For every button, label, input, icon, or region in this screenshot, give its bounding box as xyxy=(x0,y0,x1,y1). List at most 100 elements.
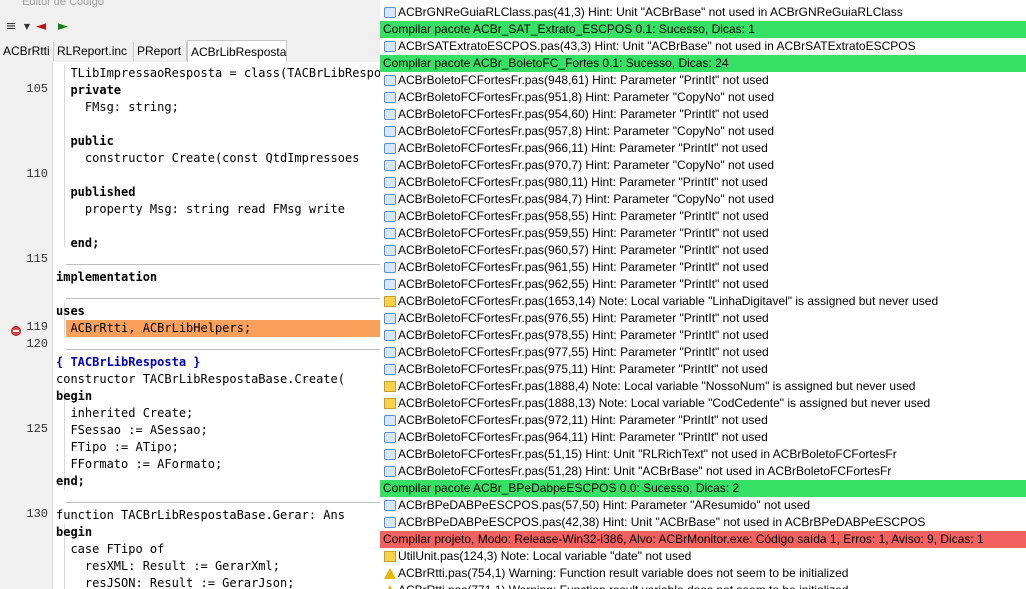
message-success-row[interactable]: Compilar pacote ACBr_BPeDabpeESCPOS 0.0:… xyxy=(380,480,1026,497)
code-line: private xyxy=(56,83,122,97)
message-text: UtilUnit.pas(124,3) Note: Local variable… xyxy=(398,549,692,563)
note-icon xyxy=(384,398,396,409)
message-row[interactable]: ACBrBPeDABPeESCPOS.pas(57,50) Hint: Para… xyxy=(380,497,1026,514)
line-number: 115 xyxy=(26,252,48,266)
message-text: ACBrBoletoFCFortesFr.pas(978,55) Hint: P… xyxy=(398,328,769,342)
hint-icon xyxy=(384,228,396,239)
message-row[interactable]: ACBrBoletoFCFortesFr.pas(51,28) Hint: Un… xyxy=(380,463,1026,480)
message-row[interactable]: ACBrBoletoFCFortesFr.pas(954,60) Hint: P… xyxy=(380,106,1026,123)
tab-acbrrtti[interactable]: ACBrRtti xyxy=(0,42,54,61)
section-separator xyxy=(66,502,380,503)
code-line: resXML: Result := GerarXml; xyxy=(56,559,280,573)
message-text: ACBrBoletoFCFortesFr.pas(970,7) Hint: Pa… xyxy=(398,158,775,172)
hint-icon xyxy=(384,177,396,188)
message-text: ACBrBoletoFCFortesFr.pas(977,55) Hint: P… xyxy=(398,345,769,359)
message-text: ACBrBoletoFCFortesFr.pas(1888,13) Note: … xyxy=(398,396,931,410)
message-row[interactable]: ACBrBoletoFCFortesFr.pas(961,55) Hint: P… xyxy=(380,259,1026,276)
hint-icon xyxy=(384,41,396,52)
message-row[interactable]: ACBrBoletoFCFortesFr.pas(958,55) Hint: P… xyxy=(380,208,1026,225)
hint-icon xyxy=(384,364,396,375)
code-line: TLibImpressaoResposta = class(TACBrLibRe… xyxy=(56,66,380,80)
message-success-row[interactable]: Compilar pacote ACBr_BoletoFC_Fortes 0.1… xyxy=(380,55,1026,72)
hint-icon xyxy=(384,466,396,477)
message-text: ACBrBoletoFCFortesFr.pas(972,11) Hint: P… xyxy=(398,413,768,427)
message-row[interactable]: ACBrBoletoFCFortesFr.pas(977,55) Hint: P… xyxy=(380,344,1026,361)
tab-rlreport[interactable]: RLReport.inc xyxy=(54,42,134,61)
code-line: uses xyxy=(56,304,85,318)
line-number: 120 xyxy=(26,337,48,351)
message-row[interactable]: ACBrBoletoFCFortesFr.pas(959,55) Hint: P… xyxy=(380,225,1026,242)
message-row[interactable]: ACBrRtti.pas(771,1) Warning: Function re… xyxy=(380,582,1026,589)
code-line: FMsg: string; xyxy=(56,100,179,114)
tab-acbrlibresposta[interactable]: ACBrLibResposta xyxy=(187,40,287,63)
code-editor[interactable]: 105 110 115 119 120 125 130 TLibImpressa… xyxy=(0,62,380,589)
code-line: { TACBrLibResposta } xyxy=(56,355,201,369)
forward-arrow-icon[interactable]: ► xyxy=(54,16,72,38)
message-row[interactable]: ACBrBoletoFCFortesFr.pas(1888,4) Note: L… xyxy=(380,378,1026,395)
message-row[interactable]: ACBrGNReGuiaRLClass.pas(41,3) Hint: Unit… xyxy=(380,4,1026,21)
code-line: published xyxy=(56,185,136,199)
message-text: ACBrBoletoFCFortesFr.pas(954,60) Hint: P… xyxy=(398,107,769,121)
messages-panel[interactable]: ACBrGNReGuiaRLClass.pas(41,3) Hint: Unit… xyxy=(380,0,1026,589)
message-row[interactable]: ACBrBoletoFCFortesFr.pas(984,7) Hint: Pa… xyxy=(380,191,1026,208)
window-title: Editor de Código xyxy=(22,0,104,8)
line-number: 125 xyxy=(26,422,48,436)
message-row[interactable]: ACBrBoletoFCFortesFr.pas(972,11) Hint: P… xyxy=(380,412,1026,429)
message-row[interactable]: ACBrSATExtratoESCPOS.pas(43,3) Hint: Uni… xyxy=(380,38,1026,55)
message-text: Compilar pacote ACBr_SAT_Extrato_ESCPOS … xyxy=(383,22,755,36)
message-row[interactable]: ACBrBoletoFCFortesFr.pas(980,11) Hint: P… xyxy=(380,174,1026,191)
note-icon xyxy=(384,551,396,562)
message-text: ACBrGNReGuiaRLClass.pas(41,3) Hint: Unit… xyxy=(398,5,903,19)
message-row[interactable]: ACBrBoletoFCFortesFr.pas(957,8) Hint: Pa… xyxy=(380,123,1026,140)
message-error-row[interactable]: Compilar projeto, Modo: Release-Win32-i3… xyxy=(380,531,1026,548)
message-row[interactable]: ACBrBoletoFCFortesFr.pas(964,11) Hint: P… xyxy=(380,429,1026,446)
code-line: constructor TACBrLibRespostaBase.Create( xyxy=(56,372,345,386)
line-gutter[interactable]: 105 110 115 119 120 125 130 xyxy=(0,62,53,589)
message-row[interactable]: ACBrBoletoFCFortesFr.pas(1888,13) Note: … xyxy=(380,395,1026,412)
code-line: ACBrRtti, ACBrLibHelpers; xyxy=(56,321,252,335)
message-row[interactable]: ACBrBoletoFCFortesFr.pas(976,55) Hint: P… xyxy=(380,310,1026,327)
message-text: ACBrBoletoFCFortesFr.pas(958,55) Hint: P… xyxy=(398,209,769,223)
code-line: implementation xyxy=(56,270,158,284)
message-text: ACBrBoletoFCFortesFr.pas(975,11) Hint: P… xyxy=(398,362,768,376)
message-row[interactable]: ACBrBoletoFCFortesFr.pas(1653,14) Note: … xyxy=(380,293,1026,310)
code-line: begin xyxy=(56,389,93,403)
code-line: function TACBrLibRespostaBase.Gerar: Ans xyxy=(56,508,345,522)
warning-icon xyxy=(384,585,396,589)
code-line: FTipo := ATipo; xyxy=(56,440,179,454)
tab-preport[interactable]: PReport xyxy=(134,42,187,61)
message-row[interactable]: ACBrBoletoFCFortesFr.pas(975,11) Hint: P… xyxy=(380,361,1026,378)
hint-icon xyxy=(384,330,396,341)
message-row[interactable]: ACBrBoletoFCFortesFr.pas(51,15) Hint: Un… xyxy=(380,446,1026,463)
message-row[interactable]: ACBrBoletoFCFortesFr.pas(948,61) Hint: P… xyxy=(380,72,1026,89)
message-text: ACBrBoletoFCFortesFr.pas(966,11) Hint: P… xyxy=(398,141,768,155)
hint-icon xyxy=(384,449,396,460)
hint-icon xyxy=(384,415,396,426)
message-row[interactable]: ACBrBoletoFCFortesFr.pas(962,55) Hint: P… xyxy=(380,276,1026,293)
hint-icon xyxy=(384,75,396,86)
message-row[interactable]: ACBrBPeDABPeESCPOS.pas(42,38) Hint: Unit… xyxy=(380,514,1026,531)
message-row[interactable]: ACBrRtti.pas(754,1) Warning: Function re… xyxy=(380,565,1026,582)
message-text: ACBrBoletoFCFortesFr.pas(1653,14) Note: … xyxy=(398,294,939,308)
section-separator xyxy=(66,264,380,265)
section-separator xyxy=(66,298,380,299)
back-arrow-icon[interactable]: ◄ xyxy=(32,16,50,38)
breakpoint-error-icon[interactable] xyxy=(11,326,21,336)
hint-icon xyxy=(384,126,396,137)
message-text: ACBrBoletoFCFortesFr.pas(984,7) Hint: Pa… xyxy=(398,192,775,206)
code-line: case FTipo of xyxy=(56,542,165,556)
message-row[interactable]: ACBrBoletoFCFortesFr.pas(966,11) Hint: P… xyxy=(380,140,1026,157)
message-row[interactable]: ACBrBoletoFCFortesFr.pas(951,8) Hint: Pa… xyxy=(380,89,1026,106)
hint-icon xyxy=(384,109,396,120)
message-text: ACBrBoletoFCFortesFr.pas(964,11) Hint: P… xyxy=(398,430,768,444)
message-row[interactable]: ACBrBoletoFCFortesFr.pas(970,7) Hint: Pa… xyxy=(380,157,1026,174)
message-row[interactable]: ACBrBoletoFCFortesFr.pas(978,55) Hint: P… xyxy=(380,327,1026,344)
hint-icon xyxy=(384,517,396,528)
message-row[interactable]: ACBrBoletoFCFortesFr.pas(960,57) Hint: P… xyxy=(380,242,1026,259)
message-row[interactable]: UtilUnit.pas(124,3) Note: Local variable… xyxy=(380,548,1026,565)
hint-icon xyxy=(384,211,396,222)
message-text: ACBrBoletoFCFortesFr.pas(959,55) Hint: P… xyxy=(398,226,769,240)
editor-titlebar: Editor de Código xyxy=(0,0,380,14)
message-success-row[interactable]: Compilar pacote ACBr_SAT_Extrato_ESCPOS … xyxy=(380,21,1026,38)
note-icon xyxy=(384,381,396,392)
